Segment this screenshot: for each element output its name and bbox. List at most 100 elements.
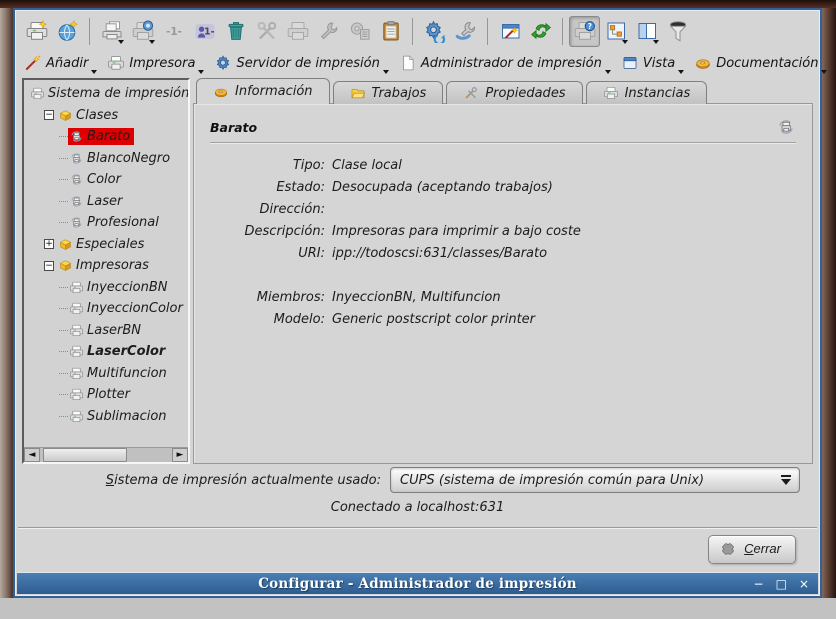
menu-anadir[interactable]: Añadir	[21, 52, 100, 75]
print-system-combobox[interactable]: CUPS (sistema de impresión común para Un…	[390, 467, 800, 493]
tab-informacion[interactable]: Información	[196, 78, 330, 104]
tree-connector	[59, 373, 68, 374]
tree-horizontal-scrollbar[interactable]: ◄ ►	[24, 447, 188, 462]
main-area: Sistema de impresión −ClasesBarato BlancoN…	[15, 77, 820, 464]
filter-button[interactable]	[662, 16, 693, 47]
donut-icon	[694, 54, 712, 72]
scrollbar-track[interactable]	[40, 448, 172, 462]
dropdown-arrow-icon[interactable]	[821, 70, 827, 74]
tree-item-especiales[interactable]: +Especiales	[27, 234, 188, 256]
printer-star-icon	[25, 19, 49, 43]
tree-item-color[interactable]: Color	[27, 169, 188, 191]
tree-connector	[59, 308, 68, 309]
tree-connector	[59, 287, 68, 288]
printer-icon	[69, 387, 84, 402]
printer-gray-icon	[286, 19, 310, 43]
server-tools-button[interactable]	[450, 16, 481, 47]
field-row: Descripción:Impresoras para imprimir a b…	[210, 224, 796, 246]
tree-item-clases[interactable]: −Clases	[27, 105, 188, 127]
close-button[interactable]: Cerrar	[708, 535, 796, 564]
tree-view-button[interactable]	[600, 16, 631, 47]
tree-item-plotter[interactable]: Plotter	[27, 384, 188, 406]
document-icon	[399, 54, 417, 72]
dropdown-arrow-icon[interactable]	[118, 40, 124, 44]
scrollbar-thumb[interactable]	[43, 448, 127, 462]
tree-item-multifuncion[interactable]: Multifuncion	[27, 363, 188, 385]
minimize-icon[interactable]: −	[754, 578, 764, 590]
dropdown-arrow-icon[interactable]	[605, 70, 611, 74]
jobs-clipboard-button[interactable]	[375, 16, 406, 47]
tree-item-blanconegro[interactable]: BlancoNegro	[27, 148, 188, 170]
wizard-button[interactable]	[494, 16, 525, 47]
tree-item-label: Color	[87, 172, 121, 187]
tools-color-icon	[463, 85, 479, 101]
close-icon[interactable]: ×	[799, 578, 809, 590]
tree-item-inyeccioncolor[interactable]: InyeccionColor	[27, 298, 188, 320]
print-test-page-button[interactable]	[96, 16, 127, 47]
dropdown-arrow-icon[interactable]	[149, 40, 155, 44]
tree-item-barato[interactable]: Barato	[27, 126, 188, 148]
maximize-icon[interactable]: □	[776, 578, 787, 590]
collapse-icon[interactable]: −	[44, 261, 54, 271]
dropdown-arrow-icon[interactable]	[91, 70, 97, 74]
main-toolbar: -1-1-?	[15, 10, 820, 50]
printer-icon	[69, 280, 84, 295]
menu-servidor[interactable]: Servidor de impresión	[211, 52, 391, 75]
collapse-icon[interactable]: −	[44, 110, 54, 120]
wrench-gray-icon	[317, 19, 341, 43]
tree-item-inyeccionbn[interactable]: InyeccionBN	[27, 277, 188, 299]
add-class-wizard-button[interactable]	[52, 16, 83, 47]
wrench-blue-icon	[454, 19, 478, 43]
menu-administrador[interactable]: Administrador de impresión	[396, 52, 614, 75]
expand-icon[interactable]: +	[44, 239, 54, 249]
field-value: Clase local	[332, 158, 796, 180]
printer-tree-panel: Sistema de impresión −ClasesBarato BlancoN…	[22, 78, 190, 464]
field-row: Modelo:Generic postscript color printer	[210, 312, 796, 334]
clipboard-icon	[379, 19, 403, 43]
tab-trabajos[interactable]: Trabajos	[333, 81, 444, 104]
tab-instancias[interactable]: Instancias	[586, 81, 708, 104]
tree-item-lasercolor[interactable]: LaserColor	[27, 341, 188, 363]
tree-item-sistema-de-impresión[interactable]: Sistema de impresión	[27, 83, 188, 105]
tab-propiedades[interactable]: Propiedades	[446, 81, 582, 104]
detail-view-button[interactable]	[631, 16, 662, 47]
tree-item-impresoras[interactable]: −Impresoras	[27, 255, 188, 277]
user-quota-button[interactable]: 1-	[189, 16, 220, 47]
dropdown-arrow-icon[interactable]	[678, 70, 684, 74]
scroll-right-arrow-icon[interactable]: ►	[172, 448, 188, 462]
configure-button	[251, 16, 282, 47]
tree-item-laser[interactable]: Laser	[27, 191, 188, 213]
refresh-button[interactable]	[525, 16, 556, 47]
chevron-down-icon[interactable]	[773, 468, 799, 492]
remove-button[interactable]	[220, 16, 251, 47]
field-row: Miembros:InyeccionBN, Multifuncion	[210, 290, 796, 312]
printer-info-toggle[interactable]: ?	[569, 16, 600, 47]
dropdown-arrow-icon[interactable]	[383, 70, 389, 74]
tree-item-label: Sistema de impresión	[48, 86, 188, 101]
printer-icon	[107, 54, 125, 72]
button-row: Cerrar	[15, 529, 820, 569]
tree-item-profesional[interactable]: Profesional	[27, 212, 188, 234]
window-titlebar[interactable]: Configurar - Administrador de impresión …	[17, 572, 818, 594]
tab-instancias-label: Instancias	[625, 86, 691, 101]
svg-text:1-: 1-	[204, 27, 215, 38]
menu-impresora[interactable]: Impresora	[104, 52, 207, 75]
dropdown-arrow-icon[interactable]	[198, 70, 204, 74]
tree-item-sublimacion[interactable]: Sublimacion	[27, 406, 188, 428]
gear-blue-icon	[214, 54, 232, 72]
tree-item-laserbn[interactable]: LaserBN	[27, 320, 188, 342]
close-x-icon	[719, 540, 737, 558]
menu-vista[interactable]: Vista	[618, 52, 687, 75]
tree-item-label: BlancoNegro	[87, 151, 170, 166]
gear-refresh-icon	[423, 19, 447, 43]
server-settings-button[interactable]	[419, 16, 450, 47]
scroll-left-arrow-icon[interactable]: ◄	[24, 448, 40, 462]
menu-documentacion[interactable]: Documentación	[691, 52, 830, 75]
add-printer-wizard-button[interactable]	[21, 16, 52, 47]
field-label	[210, 268, 332, 290]
dropdown-arrow-icon[interactable]	[653, 40, 659, 44]
printer-state-button[interactable]	[127, 16, 158, 47]
header-divider	[210, 142, 796, 144]
dropdown-arrow-icon[interactable]	[622, 40, 628, 44]
printer-icon	[69, 409, 84, 424]
